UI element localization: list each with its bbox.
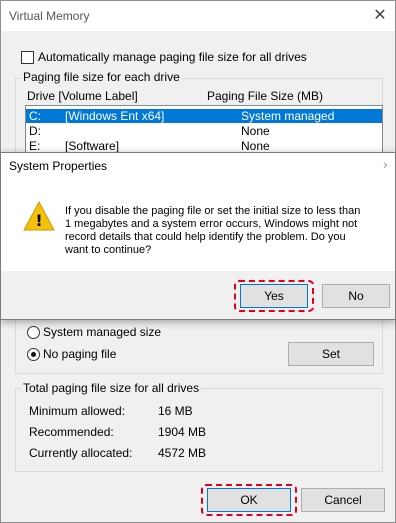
dialog-body: ! If you disable the paging file or set … — [1, 179, 395, 271]
paging-size: None — [241, 139, 270, 153]
minimum-allowed-value: 16 MB — [158, 404, 193, 418]
ok-button[interactable]: OK — [207, 488, 291, 512]
drive-letter: C: — [29, 109, 41, 123]
warning-icon: ! — [23, 201, 55, 231]
recommended-label: Recommended: — [29, 425, 114, 439]
currently-allocated-label: Currently allocated: — [29, 446, 133, 460]
no-paging-label[interactable]: No paging file — [43, 347, 116, 361]
drive-row-e[interactable]: E: [Software] None — [26, 139, 382, 153]
cancel-button[interactable]: Cancel — [301, 488, 385, 512]
system-properties-dialog: System Properties › ! If you disable the… — [0, 152, 396, 320]
message-line: If you disable the paging file or set th… — [65, 205, 361, 217]
dialog-title: System Properties — [9, 159, 108, 173]
recommended-value: 1904 MB — [158, 425, 207, 439]
dialog-footer: Yes No — [1, 271, 395, 319]
dialog-title-bar: System Properties › — [1, 153, 395, 179]
system-managed-label[interactable]: System managed size — [43, 325, 161, 339]
message-line: want to continue? — [65, 244, 152, 256]
title-bar: Virtual Memory ✕ — [1, 1, 395, 31]
volume-label: [Software] — [65, 139, 120, 153]
minimum-allowed-label: Minimum allowed: — [29, 404, 126, 418]
drive-list[interactable]: C: [Windows Ent x64] System managed D: N… — [25, 105, 383, 157]
message-line: 1 megabytes and a system error occurs, W… — [65, 218, 358, 230]
paging-size: None — [241, 124, 270, 138]
volume-label: [Windows Ent x64] — [65, 109, 165, 123]
no-button[interactable]: No — [322, 284, 390, 308]
currently-allocated-value: 4572 MB — [158, 446, 207, 460]
size-column-header: Paging File Size (MB) — [207, 89, 324, 103]
no-paging-radio[interactable] — [27, 348, 40, 361]
totals-group-legend: Total paging file size for all drives — [21, 381, 202, 395]
paging-size: System managed — [241, 109, 335, 123]
drive-row-c[interactable]: C: [Windows Ent x64] System managed — [26, 109, 382, 123]
dialog-message: If you disable the paging file or set th… — [65, 205, 387, 257]
drive-letter: D: — [29, 124, 41, 138]
message-line: record details that could help identify … — [65, 231, 346, 243]
set-button[interactable]: Set — [288, 342, 374, 366]
paging-group-legend: Paging file size for each drive — [21, 70, 182, 84]
drive-row-d[interactable]: D: None — [26, 124, 382, 138]
auto-manage-label[interactable]: Automatically manage paging file size fo… — [38, 50, 307, 64]
svg-text:!: ! — [35, 211, 42, 230]
auto-manage-checkbox[interactable] — [21, 51, 34, 64]
drive-letter: E: — [29, 139, 41, 153]
window-title: Virtual Memory — [9, 9, 90, 23]
system-managed-radio[interactable] — [27, 326, 40, 339]
dialog-close-icon[interactable]: › — [383, 156, 388, 172]
yes-button[interactable]: Yes — [240, 284, 308, 308]
drive-column-header: Drive [Volume Label] — [27, 89, 138, 103]
close-icon[interactable]: ✕ — [367, 3, 393, 29]
